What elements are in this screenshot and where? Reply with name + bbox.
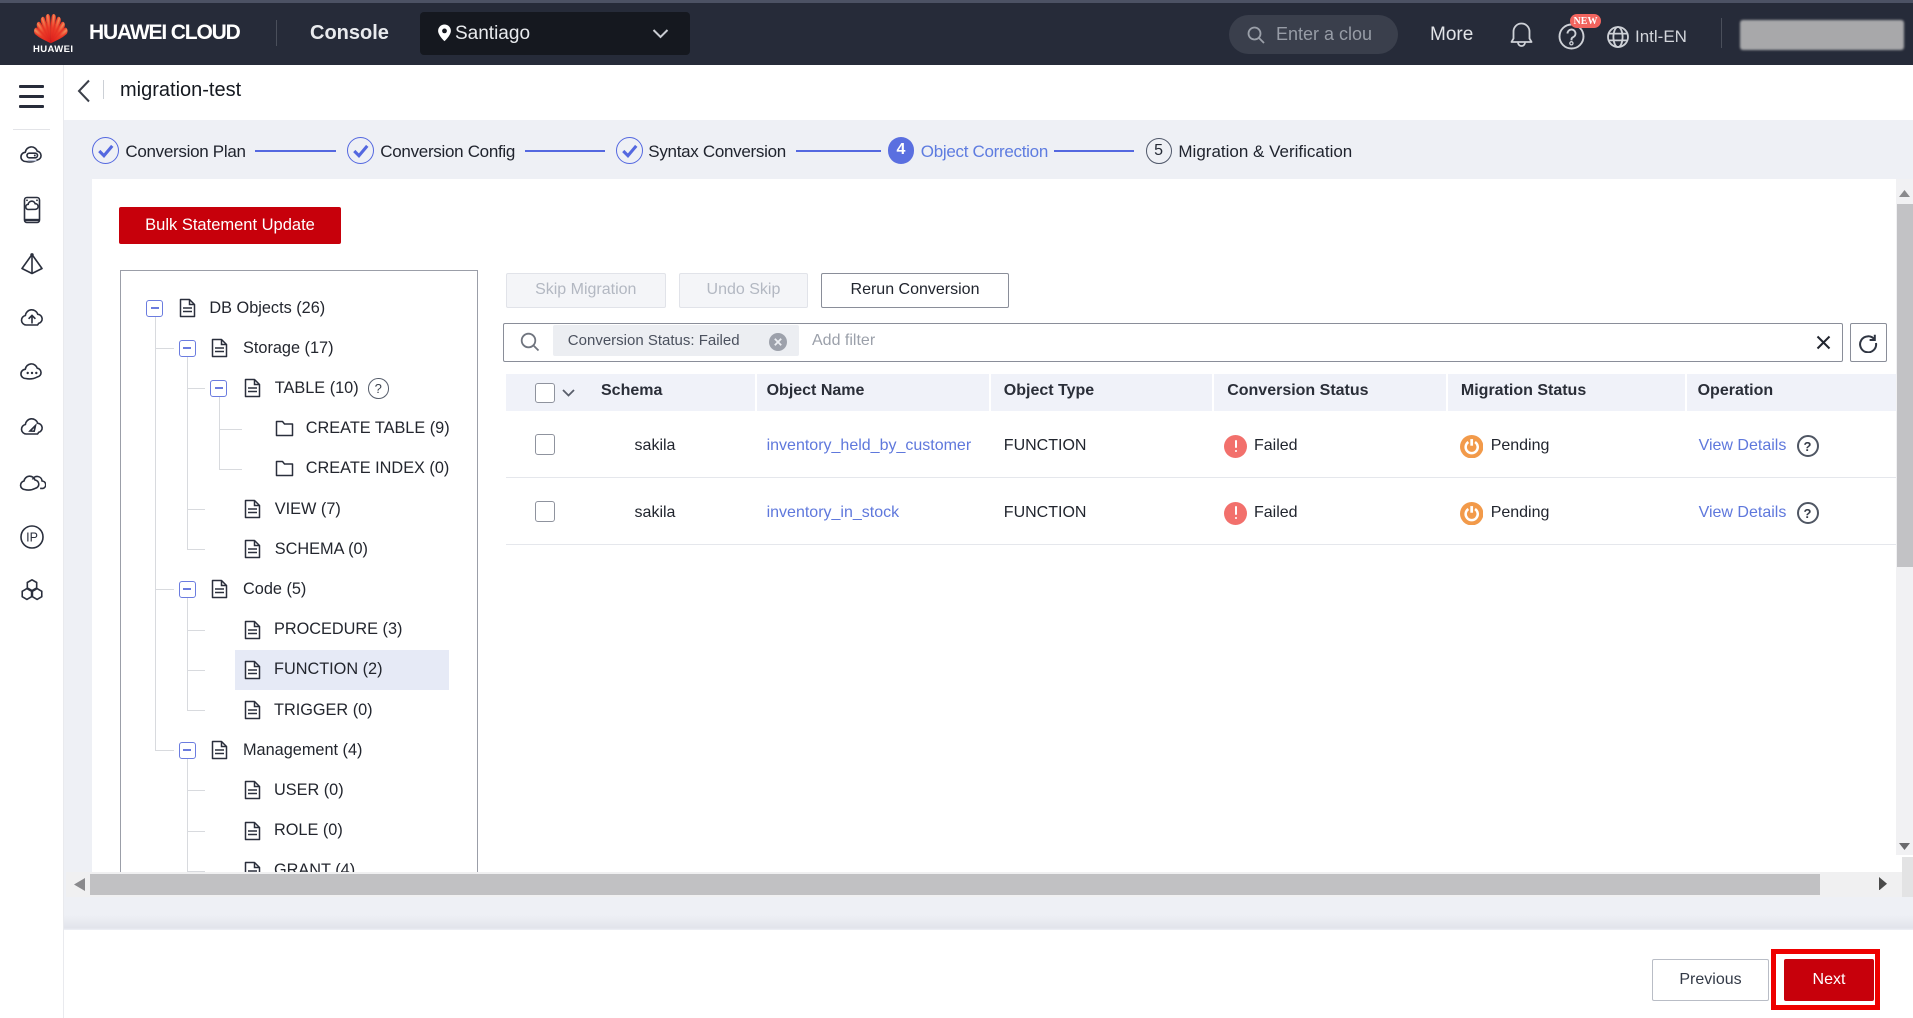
- svg-text:IP: IP: [26, 530, 38, 544]
